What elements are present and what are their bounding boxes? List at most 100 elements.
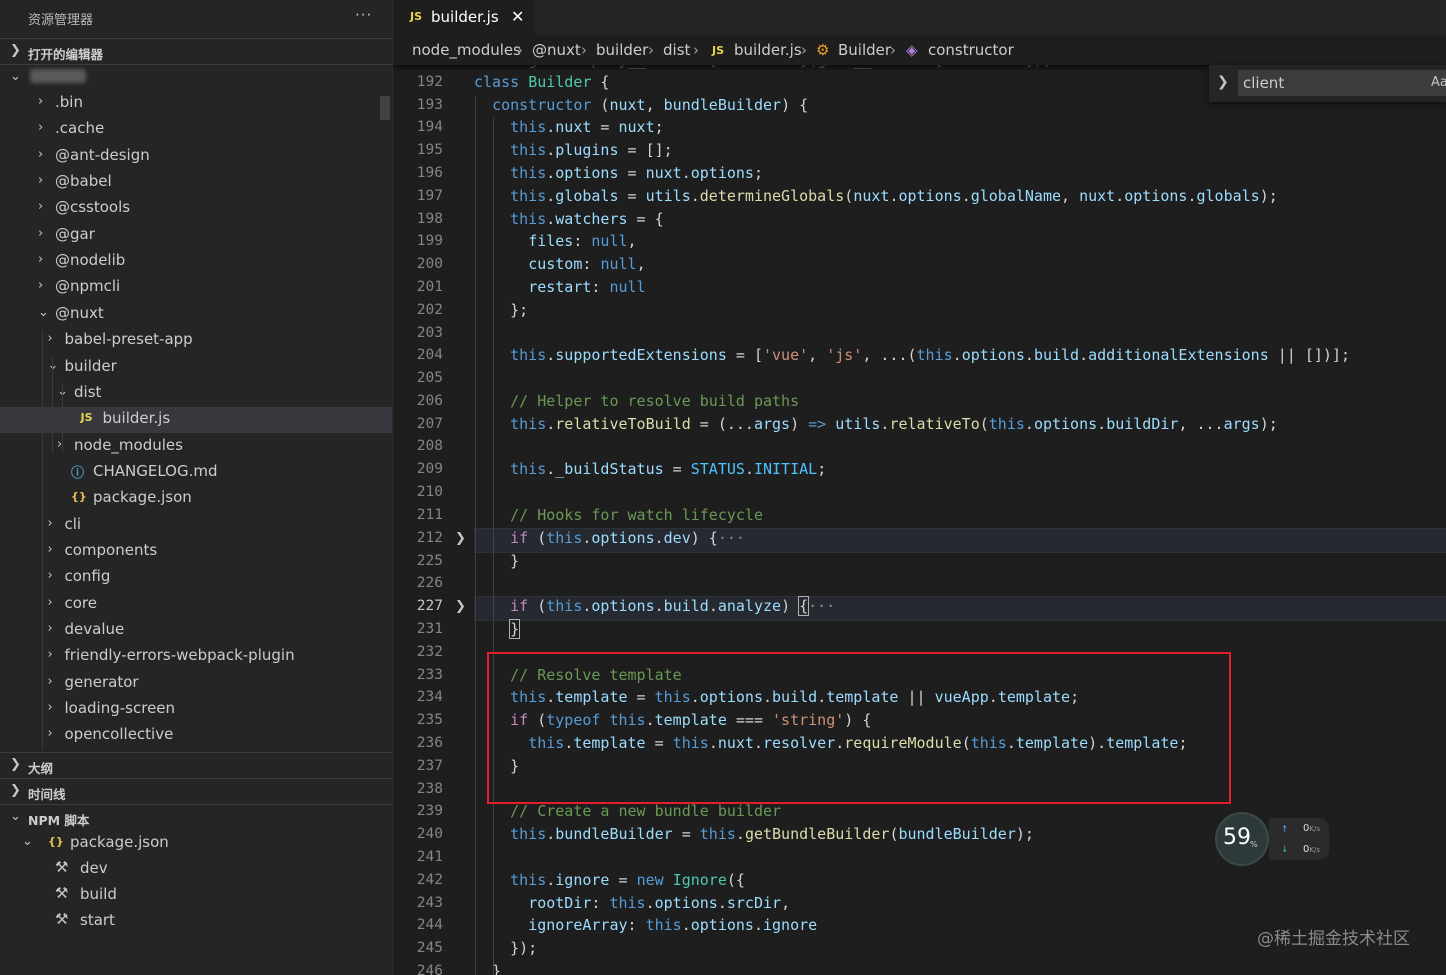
tree-item[interactable]: › @babel <box>0 170 392 196</box>
code-line: this.bundleBuilder = this.getBundleBuild… <box>510 825 1034 843</box>
tree-item[interactable]: › devalue <box>0 618 392 644</box>
line-number: 242 <box>416 872 443 888</box>
more-actions-icon[interactable]: ··· <box>355 6 372 24</box>
chevron-right-icon: › <box>47 647 53 663</box>
breadcrumb-item[interactable]: node_modules <box>412 41 521 59</box>
line-number: 207 <box>416 416 443 432</box>
tree-item-label: package.json <box>93 488 192 507</box>
code-line: }; <box>474 301 529 319</box>
chevron-right-icon: › <box>38 120 44 136</box>
line-number: 237 <box>416 758 443 774</box>
tree-item[interactable]: › components <box>0 539 392 565</box>
tree-item[interactable]: › @nodelib <box>0 249 392 275</box>
npm-package-label: package.json <box>70 833 169 851</box>
tree-item[interactable]: › @csstools <box>0 196 392 222</box>
tree-item[interactable]: ⌄builder <box>0 355 392 381</box>
breadcrumb-item[interactable]: builder.js <box>734 41 802 59</box>
tree-item-label: builder <box>64 356 117 375</box>
tree-item[interactable]: › loading-screen <box>0 697 392 723</box>
code-line: this.supportedExtensions = ['vue', 'js',… <box>510 346 1351 364</box>
section-open-editors[interactable]: ❯ 打开的编辑器 <box>0 38 392 64</box>
chevron-down-icon: ⌄ <box>38 304 49 320</box>
section-npm-scripts[interactable]: ⌄ NPM 脚本 <box>0 804 392 830</box>
close-icon[interactable]: ✕ <box>511 7 524 26</box>
code-line: this.options = nuxt.options; <box>510 164 763 182</box>
chevron-right-icon: ❯ <box>10 43 21 58</box>
section-label: 时间线 <box>28 787 66 802</box>
highlight-annotation-box <box>487 652 1231 804</box>
tree-item-label: @nodelib <box>55 251 126 270</box>
chevron-right-icon: › <box>648 41 654 59</box>
tree-item[interactable]: › .bin <box>0 91 392 117</box>
breadcrumb-item[interactable]: dist <box>663 41 690 59</box>
tree-item[interactable]: › generator <box>0 671 392 697</box>
chevron-right-icon: › <box>38 94 44 109</box>
tree-item-label: @npmcli <box>55 277 121 296</box>
section-timeline[interactable]: ❯ 时间线 <box>0 778 392 804</box>
code-line: } <box>474 962 502 975</box>
npm-script-dev[interactable]: ⚒ dev <box>0 857 392 883</box>
tree-item[interactable]: ⌄ @nuxt <box>0 302 392 328</box>
wrench-icon: ⚒ <box>55 910 69 928</box>
match-case-toggle[interactable]: Aa <box>1431 75 1446 90</box>
section-outline[interactable]: ❯ 大纲 <box>0 752 392 778</box>
tree-item-label: .bin <box>55 93 83 111</box>
tab-bar: JS builder.js ✕ <box>393 0 1446 35</box>
tree-item-label: generator <box>64 672 139 691</box>
tree-item-label: @ant-design <box>55 145 150 164</box>
breadcrumb-item[interactable]: builder <box>596 41 648 59</box>
tree-item[interactable]: › core <box>0 592 392 618</box>
line-number: 236 <box>416 735 443 751</box>
tree-item[interactable]: › @ant-design <box>0 144 392 170</box>
tree-item[interactable]: › cli <box>0 513 392 539</box>
chevron-right-icon: › <box>693 41 699 59</box>
code-line: custom: null, <box>528 255 646 273</box>
tree-item-label: components <box>64 540 158 559</box>
fold-chevron-icon[interactable]: ❯ <box>455 531 466 546</box>
breadcrumb-item[interactable]: @nuxt <box>532 41 581 59</box>
workspace-name-redacted <box>30 69 86 83</box>
tree-item[interactable]: › opencollective <box>0 723 392 749</box>
chevron-right-icon: › <box>47 541 53 557</box>
toggle-replace-chevron-icon[interactable]: ❯ <box>1217 74 1229 90</box>
json-icon: {} <box>71 490 87 504</box>
speed-panel: ↑ 0K/s ↓ 0K/s <box>1269 818 1329 860</box>
chevron-right-icon: ❯ <box>10 757 21 772</box>
chevron-right-icon: › <box>38 252 44 268</box>
code-line: this.globals = utils.determineGlobals(nu… <box>510 187 1278 205</box>
breadcrumb-item[interactable]: Builder <box>838 41 891 59</box>
upload-arrow-icon: ↑ <box>1281 825 1289 835</box>
tree-item[interactable]: › config <box>0 565 392 591</box>
tab-label: builder.js <box>431 8 499 26</box>
find-input[interactable] <box>1238 70 1446 96</box>
tab-builder-js[interactable]: JS builder.js ✕ <box>393 0 535 35</box>
npm-script-label: build <box>80 885 117 903</box>
section-label: NPM 脚本 <box>28 813 90 828</box>
line-number: 192 <box>416 74 443 90</box>
tree-item-label: dist <box>74 382 102 401</box>
breadcrumb-item[interactable]: constructor <box>928 41 1014 59</box>
tree-item[interactable]: ⓘ CHANGELOG.md <box>0 460 392 486</box>
line-number: 212 <box>416 530 443 546</box>
download-arrow-icon: ↓ <box>1281 845 1289 855</box>
wrench-icon: ⚒ <box>55 858 69 876</box>
tree-item[interactable]: › friendly-errors-webpack-plugin <box>0 644 392 670</box>
tree-item[interactable]: › @gar <box>0 223 392 249</box>
tree-item[interactable]: {} package.json <box>0 486 392 512</box>
tree-item[interactable]: JS builder.js <box>0 407 392 434</box>
tree-item[interactable]: › .cache <box>0 117 392 143</box>
network-speed-widget[interactable]: ↑ 0K/s ↓ 0K/s 59 % <box>1215 812 1329 869</box>
tree-item[interactable]: ⌄dist <box>0 381 392 407</box>
tree-item[interactable]: › babel-preset-app <box>0 328 392 354</box>
npm-package-item[interactable]: ⌄ {} package.json <box>0 831 392 857</box>
line-number: 200 <box>416 256 443 272</box>
code-line: class Builder { <box>474 73 610 91</box>
npm-script-build[interactable]: ⚒ build <box>0 883 392 909</box>
tree-item[interactable]: › node_modules <box>0 434 392 460</box>
js-file-icon: JS <box>80 411 93 425</box>
chevron-down-icon: ⌄ <box>10 809 21 824</box>
find-widget: ❯ Aa <box>1209 65 1446 102</box>
fold-chevron-icon[interactable]: ❯ <box>455 599 466 614</box>
npm-script-start[interactable]: ⚒ start <box>0 909 392 935</box>
tree-item[interactable]: › @npmcli <box>0 275 392 301</box>
